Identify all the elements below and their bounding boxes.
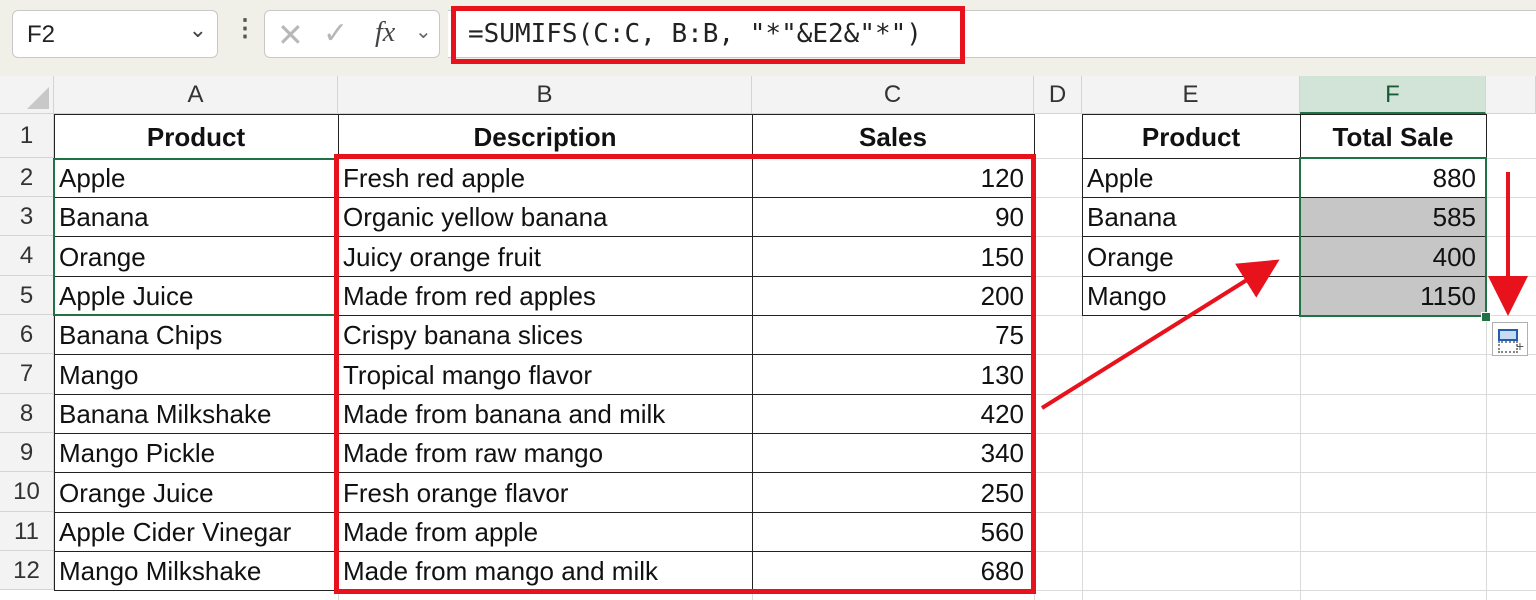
row-header-5[interactable]: 5 — [0, 276, 54, 315]
selection-a2-a5 — [53, 158, 339, 316]
header-cell-product[interactable]: Product — [54, 114, 338, 158]
formula-bar: F2 ⌄ ⋮ ✕ ✓ fx ⌄ =SUMIFS(C:C, B:B, "*"&E2… — [0, 0, 1536, 76]
row-header-12[interactable]: 12 — [0, 551, 54, 590]
column-header-f[interactable]: F — [1300, 76, 1486, 114]
insert-function-icon[interactable]: fx — [375, 17, 395, 49]
column-header-c[interactable]: C — [752, 76, 1034, 114]
formula-highlight-box — [451, 6, 965, 64]
enter-check-icon[interactable]: ✓ — [323, 16, 348, 51]
select-all-corner[interactable] — [0, 76, 54, 114]
expand-chevron-icon[interactable]: ⌄ — [415, 19, 432, 44]
product-cell[interactable]: Banana Milkshake — [54, 394, 338, 433]
row-header-6[interactable]: 6 — [0, 315, 54, 354]
cancel-icon[interactable]: ✕ — [277, 16, 304, 54]
row-header-1[interactable]: 1 — [0, 114, 54, 158]
product-cell[interactable]: Mango — [54, 354, 338, 394]
row-header-8[interactable]: 8 — [0, 394, 54, 433]
row-header-10[interactable]: 10 — [0, 472, 54, 512]
name-box-value: F2 — [27, 21, 56, 48]
summary-product-cell[interactable]: Orange — [1082, 236, 1300, 276]
more-options-icon[interactable]: ⋮ — [233, 14, 257, 43]
product-cell[interactable]: Mango Milkshake — [54, 551, 338, 590]
paste-options-icon[interactable]: + — [1492, 322, 1528, 356]
description-sales-highlight-box — [334, 154, 1036, 594]
header-cell-sales[interactable]: Sales — [752, 114, 1034, 158]
row-header-2[interactable]: 2 — [0, 158, 54, 197]
summary-header-total-sale[interactable]: Total Sale — [1300, 114, 1486, 158]
chevron-down-icon[interactable]: ⌄ — [189, 17, 207, 43]
header-cell-description[interactable]: Description — [338, 114, 752, 158]
summary-header-product[interactable]: Product — [1082, 114, 1300, 158]
row-header-7[interactable]: 7 — [0, 354, 54, 394]
row-header-11[interactable]: 11 — [0, 512, 54, 551]
row-header-4[interactable]: 4 — [0, 236, 54, 276]
formula-controls: ✕ ✓ fx ⌄ — [264, 10, 440, 58]
spreadsheet-grid: A B C D E F 1 2 3 4 5 6 7 8 9 10 11 12 Product Description S… — [0, 76, 1536, 600]
summary-product-cell[interactable]: Banana — [1082, 197, 1300, 236]
product-cell[interactable]: Banana Chips — [54, 315, 338, 354]
product-cell[interactable]: Orange Juice — [54, 472, 338, 512]
row-header-3[interactable]: 3 — [0, 197, 54, 236]
fill-handle[interactable] — [1481, 312, 1491, 322]
selection-f2-f5[interactable] — [1299, 157, 1487, 317]
product-cell[interactable]: Apple Cider Vinegar — [54, 512, 338, 551]
summary-product-cell[interactable]: Apple — [1082, 158, 1300, 197]
column-header-e[interactable]: E — [1082, 76, 1300, 114]
column-header-a[interactable]: A — [54, 76, 338, 114]
column-header-b[interactable]: B — [338, 76, 752, 114]
product-cell[interactable]: Mango Pickle — [54, 433, 338, 472]
column-header-next — [1486, 76, 1536, 114]
name-box[interactable]: F2 ⌄ — [12, 10, 218, 58]
column-header-d[interactable]: D — [1034, 76, 1082, 114]
row-header-9[interactable]: 9 — [0, 433, 54, 472]
summary-product-cell[interactable]: Mango — [1082, 276, 1300, 315]
